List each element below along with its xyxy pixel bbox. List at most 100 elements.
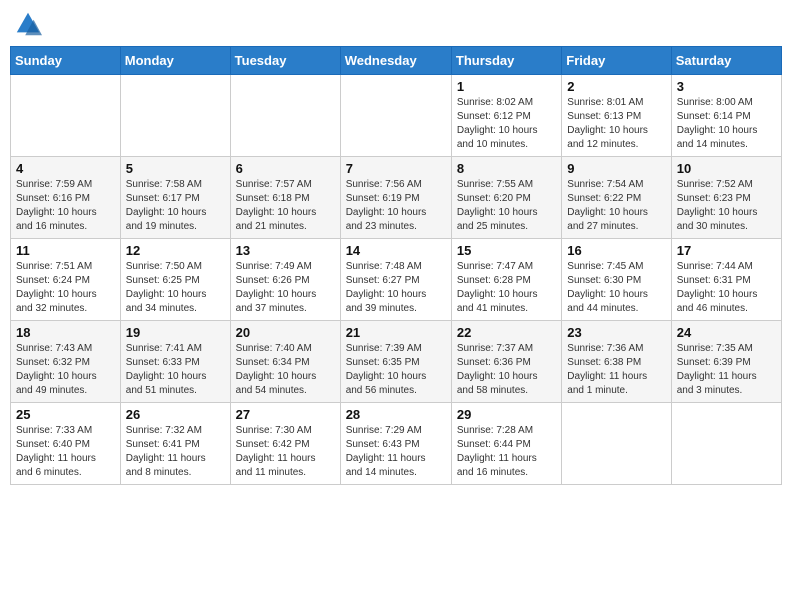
calendar-day-17: 17 Sunrise: 7:44 AM Sunset: 6:31 PM Dayli…: [671, 239, 781, 321]
calendar-day-4: 4 Sunrise: 7:59 AM Sunset: 6:16 PM Daylig…: [11, 157, 121, 239]
day-number: 15: [457, 243, 556, 258]
day-number: 1: [457, 79, 556, 94]
weekday-header-row: SundayMondayTuesdayWednesdayThursdayFrid…: [11, 47, 782, 75]
day-info: Sunrise: 7:55 AM Sunset: 6:20 PM Dayligh…: [457, 178, 556, 234]
calendar-empty-cell: [562, 403, 671, 485]
calendar-day-24: 24Sunrise: 7:35 AM Sunset: 6:39 PM Dayli…: [671, 321, 781, 403]
day-number: 16: [567, 243, 665, 258]
logo-icon: [14, 10, 42, 38]
day-info: Sunrise: 7:39 AM Sunset: 6:35 PM Dayligh…: [346, 342, 446, 398]
day-info: Sunrise: 7:51 AM Sunset: 6:24 PM Dayligh…: [16, 260, 115, 316]
day-info: Sunrise: 7:58 AM Sunset: 6:17 PM Dayligh…: [126, 178, 225, 234]
day-number: 12: [126, 243, 225, 258]
day-number: 5: [126, 161, 225, 176]
calendar-day-26: 26 Sunrise: 7:32 AM Sunset: 6:41 PM Dayli…: [120, 403, 230, 485]
day-info: Sunrise: 8:01 AM Sunset: 6:13 PM Dayligh…: [567, 96, 665, 152]
calendar-day-19: 19 Sunrise: 7:41 AM Sunset: 6:33 PM Dayli…: [120, 321, 230, 403]
weekday-header-tuesday: Tuesday: [230, 47, 340, 75]
calendar-empty-cell: [340, 75, 451, 157]
calendar-week-row: 25 Sunrise: 7:33 AM Sunset: 6:40 PM Dayli…: [11, 403, 782, 485]
calendar-day-8: 8 Sunrise: 7:55 AM Sunset: 6:20 PM Daylig…: [451, 157, 561, 239]
page-header: [10, 10, 782, 38]
calendar-day-28: 28 Sunrise: 7:29 AM Sunset: 6:43 PM Dayli…: [340, 403, 451, 485]
calendar-day-12: 12 Sunrise: 7:50 AM Sunset: 6:25 PM Dayli…: [120, 239, 230, 321]
calendar-day-15: 15 Sunrise: 7:47 AM Sunset: 6:28 PM Dayli…: [451, 239, 561, 321]
weekday-header-monday: Monday: [120, 47, 230, 75]
day-number: 29: [457, 407, 556, 422]
day-number: 24: [677, 325, 776, 340]
weekday-header-sunday: Sunday: [11, 47, 121, 75]
calendar-day-9: 9 Sunrise: 7:54 AM Sunset: 6:22 PM Daylig…: [562, 157, 671, 239]
day-number: 18: [16, 325, 115, 340]
day-number: 4: [16, 161, 115, 176]
day-number: 3: [677, 79, 776, 94]
day-number: 8: [457, 161, 556, 176]
day-info: Sunrise: 7:57 AM Sunset: 6:18 PM Dayligh…: [236, 178, 335, 234]
calendar-empty-cell: [120, 75, 230, 157]
calendar-day-18: 18 Sunrise: 7:43 AM Sunset: 6:32 PM Dayli…: [11, 321, 121, 403]
calendar-day-14: 14Sunrise: 7:48 AM Sunset: 6:27 PM Dayli…: [340, 239, 451, 321]
day-info: Sunrise: 7:32 AM Sunset: 6:41 PM Dayligh…: [126, 424, 225, 480]
calendar-day-21: 21 Sunrise: 7:39 AM Sunset: 6:35 PM Dayli…: [340, 321, 451, 403]
day-info: Sunrise: 7:56 AM Sunset: 6:19 PM Dayligh…: [346, 178, 446, 234]
day-info: Sunrise: 7:28 AM Sunset: 6:44 PM Dayligh…: [457, 424, 556, 480]
day-info: Sunrise: 7:48 AM Sunset: 6:27 PM Dayligh…: [346, 260, 446, 316]
day-info: Sunrise: 8:02 AM Sunset: 6:12 PM Dayligh…: [457, 96, 556, 152]
day-info: Sunrise: 7:29 AM Sunset: 6:43 PM Dayligh…: [346, 424, 446, 480]
calendar-day-10: 10Sunrise: 7:52 AM Sunset: 6:23 PM Dayli…: [671, 157, 781, 239]
calendar-week-row: 11 Sunrise: 7:51 AM Sunset: 6:24 PM Dayli…: [11, 239, 782, 321]
day-info: Sunrise: 8:00 AM Sunset: 6:14 PM Dayligh…: [677, 96, 776, 152]
day-number: 25: [16, 407, 115, 422]
logo: [14, 10, 46, 38]
day-number: 13: [236, 243, 335, 258]
day-info: Sunrise: 7:54 AM Sunset: 6:22 PM Dayligh…: [567, 178, 665, 234]
day-number: 6: [236, 161, 335, 176]
calendar-day-3: 3 Sunrise: 8:00 AM Sunset: 6:14 PM Daylig…: [671, 75, 781, 157]
day-number: 11: [16, 243, 115, 258]
day-info: Sunrise: 7:37 AM Sunset: 6:36 PM Dayligh…: [457, 342, 556, 398]
day-info: Sunrise: 7:47 AM Sunset: 6:28 PM Dayligh…: [457, 260, 556, 316]
day-number: 22: [457, 325, 556, 340]
day-info: Sunrise: 7:50 AM Sunset: 6:25 PM Dayligh…: [126, 260, 225, 316]
day-number: 19: [126, 325, 225, 340]
day-number: 17: [677, 243, 776, 258]
day-number: 2: [567, 79, 665, 94]
calendar-day-5: 5 Sunrise: 7:58 AM Sunset: 6:17 PM Daylig…: [120, 157, 230, 239]
day-info: Sunrise: 7:33 AM Sunset: 6:40 PM Dayligh…: [16, 424, 115, 480]
calendar-day-11: 11 Sunrise: 7:51 AM Sunset: 6:24 PM Dayli…: [11, 239, 121, 321]
day-info: Sunrise: 7:59 AM Sunset: 6:16 PM Dayligh…: [16, 178, 115, 234]
day-number: 26: [126, 407, 225, 422]
day-info: Sunrise: 7:30 AM Sunset: 6:42 PM Dayligh…: [236, 424, 335, 480]
day-info: Sunrise: 7:49 AM Sunset: 6:26 PM Dayligh…: [236, 260, 335, 316]
calendar-day-25: 25 Sunrise: 7:33 AM Sunset: 6:40 PM Dayli…: [11, 403, 121, 485]
weekday-header-saturday: Saturday: [671, 47, 781, 75]
calendar-week-row: 1 Sunrise: 8:02 AM Sunset: 6:12 PM Daylig…: [11, 75, 782, 157]
weekday-header-thursday: Thursday: [451, 47, 561, 75]
day-info: Sunrise: 7:40 AM Sunset: 6:34 PM Dayligh…: [236, 342, 335, 398]
day-info: Sunrise: 7:36 AM Sunset: 6:38 PM Dayligh…: [567, 342, 665, 398]
calendar-day-6: 6 Sunrise: 7:57 AM Sunset: 6:18 PM Daylig…: [230, 157, 340, 239]
calendar-day-13: 13 Sunrise: 7:49 AM Sunset: 6:26 PM Dayli…: [230, 239, 340, 321]
calendar-week-row: 18 Sunrise: 7:43 AM Sunset: 6:32 PM Dayli…: [11, 321, 782, 403]
calendar-day-22: 22 Sunrise: 7:37 AM Sunset: 6:36 PM Dayli…: [451, 321, 561, 403]
day-number: 20: [236, 325, 335, 340]
day-number: 23: [567, 325, 665, 340]
day-info: Sunrise: 7:45 AM Sunset: 6:30 PM Dayligh…: [567, 260, 665, 316]
day-info: Sunrise: 7:41 AM Sunset: 6:33 PM Dayligh…: [126, 342, 225, 398]
calendar-day-7: 7 Sunrise: 7:56 AM Sunset: 6:19 PM Daylig…: [340, 157, 451, 239]
weekday-header-wednesday: Wednesday: [340, 47, 451, 75]
day-number: 9: [567, 161, 665, 176]
day-number: 27: [236, 407, 335, 422]
calendar-table: SundayMondayTuesdayWednesdayThursdayFrid…: [10, 46, 782, 485]
calendar-day-16: 16 Sunrise: 7:45 AM Sunset: 6:30 PM Dayli…: [562, 239, 671, 321]
calendar-empty-cell: [671, 403, 781, 485]
day-number: 21: [346, 325, 446, 340]
calendar-day-20: 20 Sunrise: 7:40 AM Sunset: 6:34 PM Dayli…: [230, 321, 340, 403]
day-number: 7: [346, 161, 446, 176]
day-number: 10: [677, 161, 776, 176]
day-info: Sunrise: 7:44 AM Sunset: 6:31 PM Dayligh…: [677, 260, 776, 316]
day-info: Sunrise: 7:43 AM Sunset: 6:32 PM Dayligh…: [16, 342, 115, 398]
calendar-empty-cell: [230, 75, 340, 157]
day-number: 28: [346, 407, 446, 422]
calendar-empty-cell: [11, 75, 121, 157]
